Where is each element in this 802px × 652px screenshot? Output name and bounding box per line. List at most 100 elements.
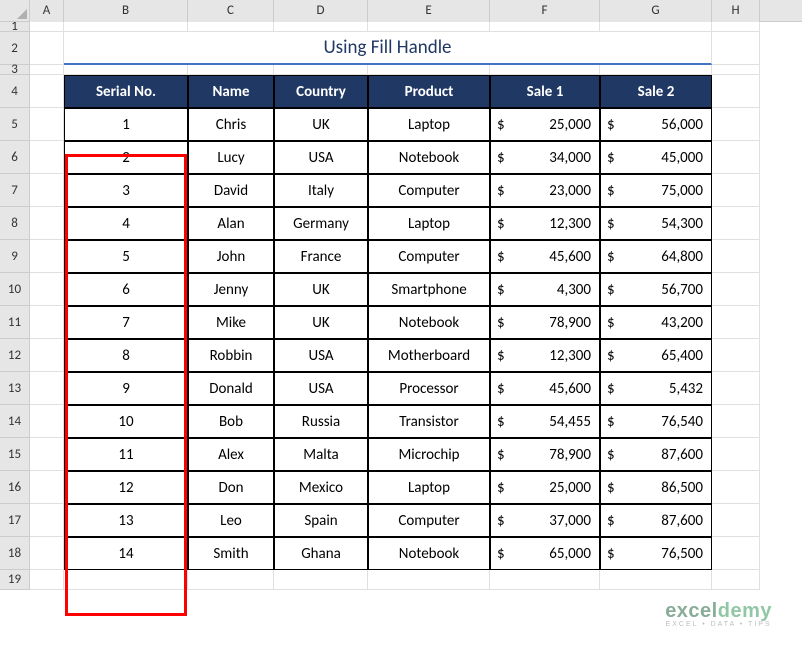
cell[interactable] bbox=[30, 537, 64, 570]
cell[interactable] bbox=[712, 438, 760, 471]
row-header-7[interactable]: 7 bbox=[0, 174, 30, 207]
row-header-14[interactable]: 14 bbox=[0, 405, 30, 438]
name-cell[interactable]: Mike bbox=[188, 306, 274, 339]
cell[interactable] bbox=[30, 75, 64, 108]
serial-cell[interactable]: 9 bbox=[64, 372, 188, 405]
row-header-10[interactable]: 10 bbox=[0, 273, 30, 306]
serial-cell[interactable]: 3 bbox=[64, 174, 188, 207]
cell[interactable] bbox=[64, 22, 188, 32]
sale1-cell[interactable]: $23,000 bbox=[490, 174, 600, 207]
cell[interactable] bbox=[64, 65, 188, 75]
cell[interactable] bbox=[712, 372, 760, 405]
cell[interactable] bbox=[712, 75, 760, 108]
sale2-cell[interactable]: $43,200 bbox=[600, 306, 712, 339]
cell[interactable] bbox=[188, 22, 274, 32]
cell[interactable] bbox=[712, 405, 760, 438]
cell[interactable] bbox=[712, 174, 760, 207]
header-name[interactable]: Name bbox=[188, 75, 274, 108]
cell[interactable] bbox=[64, 570, 188, 590]
serial-cell[interactable]: 2 bbox=[64, 141, 188, 174]
country-cell[interactable]: USA bbox=[274, 141, 368, 174]
name-cell[interactable]: Leo bbox=[188, 504, 274, 537]
serial-cell[interactable]: 11 bbox=[64, 438, 188, 471]
header-country[interactable]: Country bbox=[274, 75, 368, 108]
col-header-G[interactable]: G bbox=[600, 0, 712, 22]
cell[interactable] bbox=[712, 22, 760, 32]
cell[interactable] bbox=[188, 570, 274, 590]
cell[interactable] bbox=[30, 306, 64, 339]
country-cell[interactable]: Malta bbox=[274, 438, 368, 471]
product-cell[interactable]: Smartphone bbox=[368, 273, 490, 306]
col-header-B[interactable]: B bbox=[64, 0, 188, 22]
cell[interactable] bbox=[712, 471, 760, 504]
name-cell[interactable]: David bbox=[188, 174, 274, 207]
row-header-8[interactable]: 8 bbox=[0, 207, 30, 240]
sale2-cell[interactable]: $56,700 bbox=[600, 273, 712, 306]
sale1-cell[interactable]: $45,600 bbox=[490, 372, 600, 405]
row-header-17[interactable]: 17 bbox=[0, 504, 30, 537]
sale1-cell[interactable]: $4,300 bbox=[490, 273, 600, 306]
col-header-C[interactable]: C bbox=[188, 0, 274, 22]
cell[interactable] bbox=[600, 65, 712, 75]
cell[interactable] bbox=[30, 570, 64, 590]
sale2-cell[interactable]: $86,500 bbox=[600, 471, 712, 504]
cell[interactable] bbox=[712, 141, 760, 174]
cell[interactable] bbox=[712, 207, 760, 240]
serial-cell[interactable]: 10 bbox=[64, 405, 188, 438]
cell[interactable] bbox=[712, 32, 760, 65]
sale1-cell[interactable]: $78,900 bbox=[490, 306, 600, 339]
serial-cell[interactable]: 6 bbox=[64, 273, 188, 306]
product-cell[interactable]: Notebook bbox=[368, 306, 490, 339]
name-cell[interactable]: Chris bbox=[188, 108, 274, 141]
cell[interactable] bbox=[712, 339, 760, 372]
select-all-corner[interactable] bbox=[0, 0, 30, 22]
cell[interactable] bbox=[712, 108, 760, 141]
product-cell[interactable]: Processor bbox=[368, 372, 490, 405]
product-cell[interactable]: Transistor bbox=[368, 405, 490, 438]
sale2-cell[interactable]: $56,000 bbox=[600, 108, 712, 141]
country-cell[interactable]: USA bbox=[274, 372, 368, 405]
cell[interactable] bbox=[30, 405, 64, 438]
cell[interactable] bbox=[188, 65, 274, 75]
product-cell[interactable]: Computer bbox=[368, 240, 490, 273]
serial-cell[interactable]: 5 bbox=[64, 240, 188, 273]
cell[interactable] bbox=[30, 141, 64, 174]
sale1-cell[interactable]: $25,000 bbox=[490, 471, 600, 504]
col-header-A[interactable]: A bbox=[30, 0, 64, 22]
cell[interactable] bbox=[712, 65, 760, 75]
name-cell[interactable]: Robbin bbox=[188, 339, 274, 372]
cell[interactable] bbox=[30, 32, 64, 65]
country-cell[interactable]: Spain bbox=[274, 504, 368, 537]
sale1-cell[interactable]: $54,455 bbox=[490, 405, 600, 438]
row-header-18[interactable]: 18 bbox=[0, 537, 30, 570]
serial-cell[interactable]: 14 bbox=[64, 537, 188, 570]
cell[interactable] bbox=[274, 65, 368, 75]
name-cell[interactable]: Donald bbox=[188, 372, 274, 405]
product-cell[interactable]: Notebook bbox=[368, 537, 490, 570]
name-cell[interactable]: Lucy bbox=[188, 141, 274, 174]
row-header-12[interactable]: 12 bbox=[0, 339, 30, 372]
cell[interactable] bbox=[712, 537, 760, 570]
sale1-cell[interactable]: $45,600 bbox=[490, 240, 600, 273]
cell[interactable] bbox=[712, 306, 760, 339]
serial-cell[interactable]: 1 bbox=[64, 108, 188, 141]
product-cell[interactable]: Laptop bbox=[368, 471, 490, 504]
cell[interactable] bbox=[600, 570, 712, 590]
cell[interactable] bbox=[712, 504, 760, 537]
sale2-cell[interactable]: $76,500 bbox=[600, 537, 712, 570]
col-header-F[interactable]: F bbox=[490, 0, 600, 22]
sale2-cell[interactable]: $87,600 bbox=[600, 504, 712, 537]
header-product[interactable]: Product bbox=[368, 75, 490, 108]
header-serial[interactable]: Serial No. bbox=[64, 75, 188, 108]
sale2-cell[interactable]: $5,432 bbox=[600, 372, 712, 405]
row-header-3[interactable]: 3 bbox=[0, 65, 30, 75]
country-cell[interactable]: France bbox=[274, 240, 368, 273]
serial-cell[interactable]: 8 bbox=[64, 339, 188, 372]
product-cell[interactable]: Notebook bbox=[368, 141, 490, 174]
row-header-5[interactable]: 5 bbox=[0, 108, 30, 141]
country-cell[interactable]: UK bbox=[274, 273, 368, 306]
sale2-cell[interactable]: $64,800 bbox=[600, 240, 712, 273]
row-header-6[interactable]: 6 bbox=[0, 141, 30, 174]
row-header-16[interactable]: 16 bbox=[0, 471, 30, 504]
sale1-cell[interactable]: $12,300 bbox=[490, 207, 600, 240]
